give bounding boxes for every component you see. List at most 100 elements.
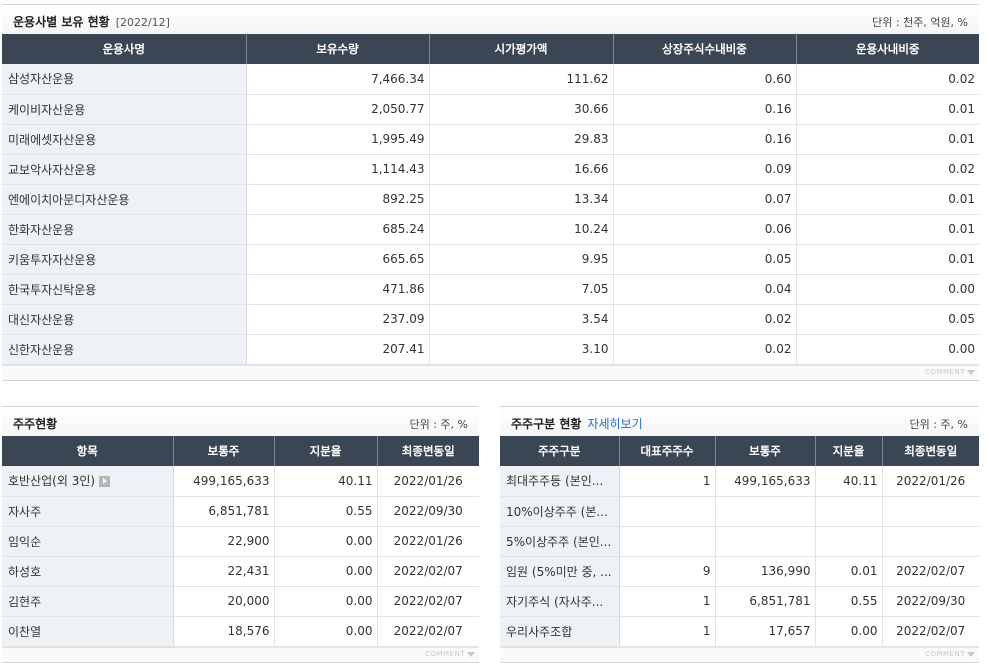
shareholders-unit: 단위 : 주, %	[409, 418, 468, 431]
row-label-cell: 한화자산운용	[2, 214, 247, 245]
value-cell	[882, 526, 979, 557]
value-cell	[815, 496, 883, 527]
fund-holdings-footer: COMMENT	[2, 365, 979, 381]
row-label-cell: 대신자산운용	[2, 304, 247, 335]
value-cell: 0.01	[796, 244, 979, 275]
value-cell: 40.11	[815, 466, 883, 497]
row-label-cell: 케이비자산운용	[2, 94, 247, 125]
table-row: 최대주주등 (본인... 1 499,165,633 40.11 2022/01/26	[500, 466, 979, 497]
table-row: 엔에이치아문디자산운용 892.25 13.34 0.07 0.01	[2, 184, 979, 215]
value-cell: 9	[619, 556, 716, 587]
value-cell	[715, 496, 816, 527]
value-cell: 0.55	[815, 586, 883, 617]
value-cell: 0.60	[613, 64, 797, 95]
value-cell: 20,000	[173, 586, 275, 617]
row-label-cell: 임익순	[2, 526, 174, 557]
value-cell: 665.65	[246, 244, 430, 275]
value-cell: 2022/01/26	[377, 466, 479, 497]
value-cell: 0.00	[796, 274, 979, 305]
value-cell: 16.66	[429, 154, 614, 185]
row-label-cell: 호반산업(외 3인)	[2, 466, 174, 497]
value-cell: 136,990	[715, 556, 816, 587]
table-row: 자사주 6,851,781 0.55 2022/09/30	[2, 496, 479, 527]
table-row: 김현주 20,000 0.00 2022/02/07	[2, 586, 479, 617]
shareholder-types-table: 주주구분 대표주주수 보통주 지분율 최종변동일 최대주주등 (본인... 1 49…	[500, 436, 979, 647]
value-cell: 6,851,781	[173, 496, 275, 527]
comment-toggle[interactable]: COMMENT	[425, 650, 475, 658]
value-cell: 0.01	[796, 214, 979, 245]
value-cell: 3.10	[429, 334, 614, 365]
row-label: 최대주주등 (본인...	[506, 474, 604, 489]
value-cell: 207.41	[246, 334, 430, 365]
row-label-cell: 교보악사자산운용	[2, 154, 247, 185]
value-cell: 0.16	[613, 124, 797, 155]
row-label: 자기주식 (자사주...	[506, 594, 604, 609]
value-cell	[882, 496, 979, 527]
table-row: 우리사주조합 1 17,657 0.00 2022/02/07	[500, 616, 979, 647]
details-link[interactable]: 자세히보기	[587, 417, 642, 431]
row-label-cell: 임원 (5%미만 중, ...	[500, 556, 620, 587]
value-cell: 2022/02/07	[377, 586, 479, 617]
value-cell: 499,165,633	[715, 466, 816, 497]
value-cell: 17,657	[715, 616, 816, 647]
col-header: 최종변동일	[377, 436, 479, 466]
row-label: 신한자산운용	[8, 342, 75, 357]
shareholder-types-title: 주주구분 현황 자세히보기	[511, 417, 643, 431]
row-label-cell: 자사주	[2, 496, 174, 527]
value-cell: 0.01	[796, 124, 979, 155]
row-label: 한국투자신탁운용	[8, 282, 97, 297]
fund-holdings-panel: 운용사별 보유 현황 [2022/12] 단위 : 천주, 억원, % 운용사명 …	[2, 4, 979, 382]
shareholder-types-panel: 주주구분 현황 자세히보기 단위 : 주, % 주주구분 대표주주수 보통주 지분…	[500, 406, 979, 664]
table-row: 대신자산운용 237.09 3.54 0.02 0.05	[2, 304, 979, 335]
row-label: 엔에이치아문디자산운용	[8, 192, 130, 207]
value-cell: 237.09	[246, 304, 430, 335]
value-cell: 0.05	[796, 304, 979, 335]
value-cell: 471.86	[246, 274, 430, 305]
row-label: 대신자산운용	[8, 312, 75, 327]
row-label: 한화자산운용	[8, 222, 75, 237]
value-cell: 0.00	[815, 616, 883, 647]
value-cell: 13.34	[429, 184, 614, 215]
value-cell: 2022/01/26	[882, 466, 979, 497]
value-cell: 9.95	[429, 244, 614, 275]
table-row: 이찬열 18,576 0.00 2022/02/07	[2, 616, 479, 647]
row-label: 삼성자산운용	[8, 72, 75, 87]
value-cell: 7,466.34	[246, 64, 430, 95]
col-header: 보유수량	[246, 34, 430, 64]
value-cell: 10.24	[429, 214, 614, 245]
table-row: 자기주식 (자사주... 1 6,851,781 0.55 2022/09/30	[500, 586, 979, 617]
expand-arrow-icon[interactable]	[99, 476, 111, 488]
row-label: 미래에셋자산운용	[8, 132, 97, 147]
row-label-cell: 엔에이치아문디자산운용	[2, 184, 247, 215]
table-row: 케이비자산운용 2,050.77 30.66 0.16 0.01	[2, 94, 979, 125]
shareholders-panel: 주주현황 단위 : 주, % 항목 보통주 지분율 최종변동일 호반산업(외 3…	[2, 406, 479, 664]
value-cell: 0.16	[613, 94, 797, 125]
value-cell: 30.66	[429, 94, 614, 125]
value-cell: 1,114.43	[246, 154, 430, 185]
value-cell: 0.06	[613, 214, 797, 245]
value-cell: 1	[619, 616, 716, 647]
row-label-cell: 한국투자신탁운용	[2, 274, 247, 305]
value-cell: 0.00	[274, 556, 378, 587]
table-row: 10%이상주주 (본...	[500, 496, 979, 527]
comment-toggle[interactable]: COMMENT	[925, 650, 975, 658]
col-header: 상장주식수내비중	[613, 34, 797, 64]
value-cell: 499,165,633	[173, 466, 275, 497]
table-row: 삼성자산운용 7,466.34 111.62 0.60 0.02	[2, 64, 979, 95]
col-header: 보통주	[173, 436, 275, 466]
value-cell: 0.02	[796, 64, 979, 95]
row-label: 임익순	[8, 534, 42, 549]
shareholders-table: 항목 보통주 지분율 최종변동일 호반산업(외 3인) 499,165,633 40…	[2, 436, 479, 647]
value-cell: 0.00	[274, 586, 378, 617]
row-label-cell: 키움투자자산운용	[2, 244, 247, 275]
fund-holdings-unit: 단위 : 천주, 억원, %	[872, 16, 968, 29]
comment-toggle[interactable]: COMMENT	[925, 368, 975, 376]
row-label: 우리사주조합	[506, 624, 573, 639]
value-cell: 0.01	[796, 94, 979, 125]
table-row: 한국투자신탁운용 471.86 7.05 0.04 0.00	[2, 274, 979, 305]
chevron-down-icon	[467, 651, 475, 657]
row-label: 10%이상주주 (본...	[506, 504, 608, 519]
col-header: 항목	[2, 436, 174, 466]
col-header: 시가평가액	[429, 34, 614, 64]
shareholders-footer: COMMENT	[2, 647, 479, 663]
